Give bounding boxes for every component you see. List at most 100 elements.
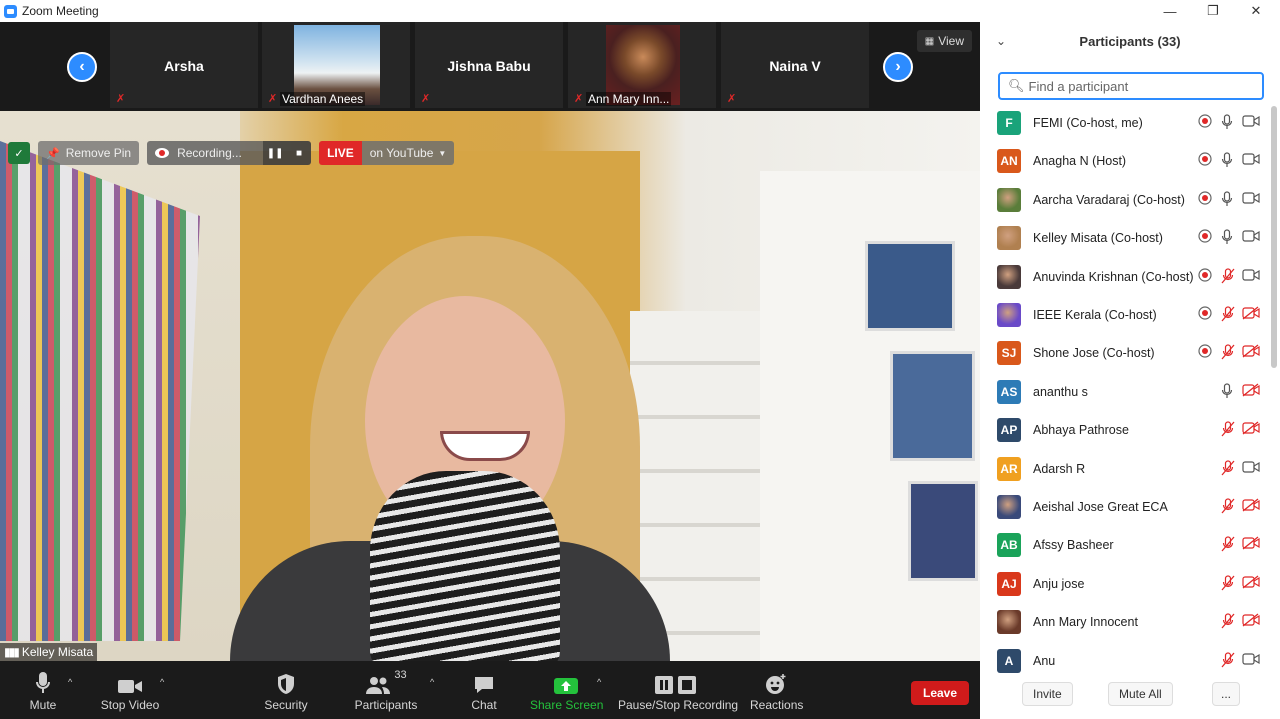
pause-stop-recording-button[interactable]: Pause/Stop Recording (618, 667, 738, 712)
participant-row[interactable]: F FEMI (Co-host, me) (980, 104, 1270, 142)
participants-icon (366, 677, 391, 694)
mute-label: Mute (29, 698, 57, 712)
signal-icon: ▮▮▮ (4, 645, 20, 659)
participant-row[interactable]: AN Anagha N (Host) (980, 142, 1270, 180)
next-page-button[interactable]: › (883, 52, 913, 82)
microphone-muted-icon[interactable] (1221, 421, 1235, 440)
video-camera-icon[interactable] (1242, 229, 1260, 246)
more-options-button[interactable]: ... (1212, 682, 1241, 706)
video-camera-off-icon[interactable] (1242, 344, 1260, 361)
participant-name: Abhaya Pathrose (1033, 423, 1129, 438)
recording-label: Recording... (177, 146, 242, 160)
participant-row[interactable]: Ann Mary Innocent (980, 603, 1270, 641)
video-camera-off-icon[interactable] (1242, 421, 1260, 438)
previous-page-button[interactable]: ‹ (67, 52, 97, 82)
chat-icon (475, 677, 493, 693)
microphone-icon[interactable] (1221, 152, 1233, 171)
video-camera-icon[interactable] (1242, 652, 1260, 669)
search-icon: 🔍︎ (1008, 78, 1025, 93)
participant-row[interactable]: AS ananthu s (980, 373, 1270, 411)
participant-row[interactable]: SJ Shone Jose (Co-host) (980, 334, 1270, 372)
chat-button[interactable]: Chat (466, 667, 502, 712)
security-button[interactable]: Security (262, 667, 310, 712)
participant-row[interactable]: AR Adarsh R (980, 450, 1270, 488)
video-camera-icon[interactable] (1242, 114, 1260, 131)
video-camera-icon[interactable] (1242, 152, 1260, 169)
stop-recording-button[interactable]: ■ (287, 141, 312, 165)
microphone-muted-icon[interactable] (1221, 267, 1235, 287)
microphone-icon[interactable] (1221, 191, 1233, 210)
participant-row[interactable]: AJ Anju jose (980, 565, 1270, 603)
microphone-muted-icon[interactable] (1221, 498, 1235, 517)
thumbnail-naina[interactable]: Naina V ✗ (721, 22, 869, 108)
participant-avatar: AB (997, 533, 1021, 558)
video-camera-off-icon[interactable] (1242, 613, 1260, 630)
participant-name: Kelley Misata (Co-host) (1033, 231, 1163, 246)
microphone-icon[interactable] (1221, 229, 1233, 248)
participants-panel-title: Participants (33) (1079, 34, 1181, 49)
participants-button[interactable]: 33 Participants (352, 667, 420, 712)
mute-button[interactable]: Mute (22, 667, 64, 712)
thumbnail-label: Ann Mary Inn... (586, 92, 672, 106)
microphone-muted-icon[interactable] (1221, 613, 1235, 632)
participant-row[interactable]: AB Afssy Basheer (980, 526, 1270, 564)
mic-muted-icon: ✗ (727, 93, 737, 105)
minimize-button[interactable]: — (1149, 0, 1191, 22)
participant-row[interactable]: Aarcha Varadaraj (Co-host) (980, 181, 1270, 219)
microphone-muted-icon[interactable] (1221, 575, 1235, 594)
chevron-down-icon: ▼ (438, 148, 447, 158)
video-camera-icon[interactable] (1242, 268, 1260, 285)
participant-row[interactable]: Anuvinda Krishnan (Co-host) (980, 258, 1270, 296)
live-stream-dropdown[interactable]: on YouTube ▼ (361, 141, 455, 165)
remove-pin-button[interactable]: 📌 Remove Pin (38, 141, 140, 165)
video-camera-off-icon[interactable] (1242, 306, 1260, 323)
microphone-muted-icon[interactable] (1221, 459, 1235, 479)
close-button[interactable]: ✕ (1235, 0, 1277, 22)
view-label: View (938, 34, 964, 48)
participant-avatar (997, 264, 1021, 289)
participant-search-input[interactable]: 🔍︎ Find a participant (998, 72, 1264, 100)
reactions-button[interactable]: Reactions (750, 667, 804, 712)
thumbnail-label: Vardhan Anees (280, 92, 366, 106)
share-screen-button[interactable]: Share Screen (530, 667, 603, 712)
microphone-muted-icon[interactable] (1221, 344, 1235, 363)
participant-list-scrollbar[interactable] (1271, 106, 1277, 368)
thumbnail-arsha[interactable]: Arsha ✗ (110, 22, 258, 108)
participant-name: Anju jose (1033, 576, 1085, 591)
video-options-caret[interactable]: ^ (160, 677, 164, 687)
chat-label: Chat (471, 698, 497, 712)
microphone-muted-icon[interactable] (1221, 651, 1235, 671)
invite-button[interactable]: Invite (1022, 682, 1073, 706)
participants-options-caret[interactable]: ^ (430, 677, 434, 687)
video-camera-off-icon[interactable] (1242, 498, 1260, 515)
view-button[interactable]: ▦ View (916, 30, 972, 52)
restore-button[interactable]: ❐ (1192, 0, 1234, 22)
participant-avatar: AR (997, 456, 1021, 481)
thumbnail-jishna[interactable]: Jishna Babu ✗ (415, 22, 563, 108)
participant-row[interactable]: AP Abhaya Pathrose (980, 411, 1270, 449)
thumbnail-vardhan[interactable]: ✗ Vardhan Anees (262, 22, 410, 108)
microphone-muted-icon[interactable] (1221, 536, 1235, 555)
share-options-caret[interactable]: ^ (597, 677, 601, 687)
video-camera-icon[interactable] (1242, 460, 1260, 477)
video-camera-off-icon[interactable] (1242, 383, 1260, 400)
thumbnail-ann-mary[interactable]: ✗ Ann Mary Inn... (568, 22, 716, 108)
stop-video-label: Stop Video (100, 698, 160, 712)
video-camera-off-icon[interactable] (1242, 536, 1260, 553)
mute-all-button[interactable]: Mute All (1108, 682, 1173, 706)
stop-video-button[interactable]: Stop Video (98, 667, 162, 712)
leave-button[interactable]: Leave (911, 681, 969, 705)
reactions-label: Reactions (750, 698, 804, 712)
video-camera-off-icon[interactable] (1242, 575, 1260, 592)
pause-recording-button[interactable]: ❚❚ (263, 141, 288, 165)
audio-options-caret[interactable]: ^ (68, 677, 72, 687)
window-title: Zoom Meeting (22, 4, 99, 18)
microphone-icon[interactable] (1221, 114, 1233, 133)
microphone-icon[interactable] (1221, 383, 1233, 402)
participant-avatar: AS (997, 379, 1021, 404)
participant-row[interactable]: Aeishal Jose Great ECA (980, 488, 1270, 526)
participant-row[interactable]: Kelley Misata (Co-host) (980, 219, 1270, 257)
video-camera-icon[interactable] (1242, 191, 1260, 208)
microphone-muted-icon[interactable] (1221, 306, 1235, 325)
participant-row[interactable]: IEEE Kerala (Co-host) (980, 296, 1270, 334)
